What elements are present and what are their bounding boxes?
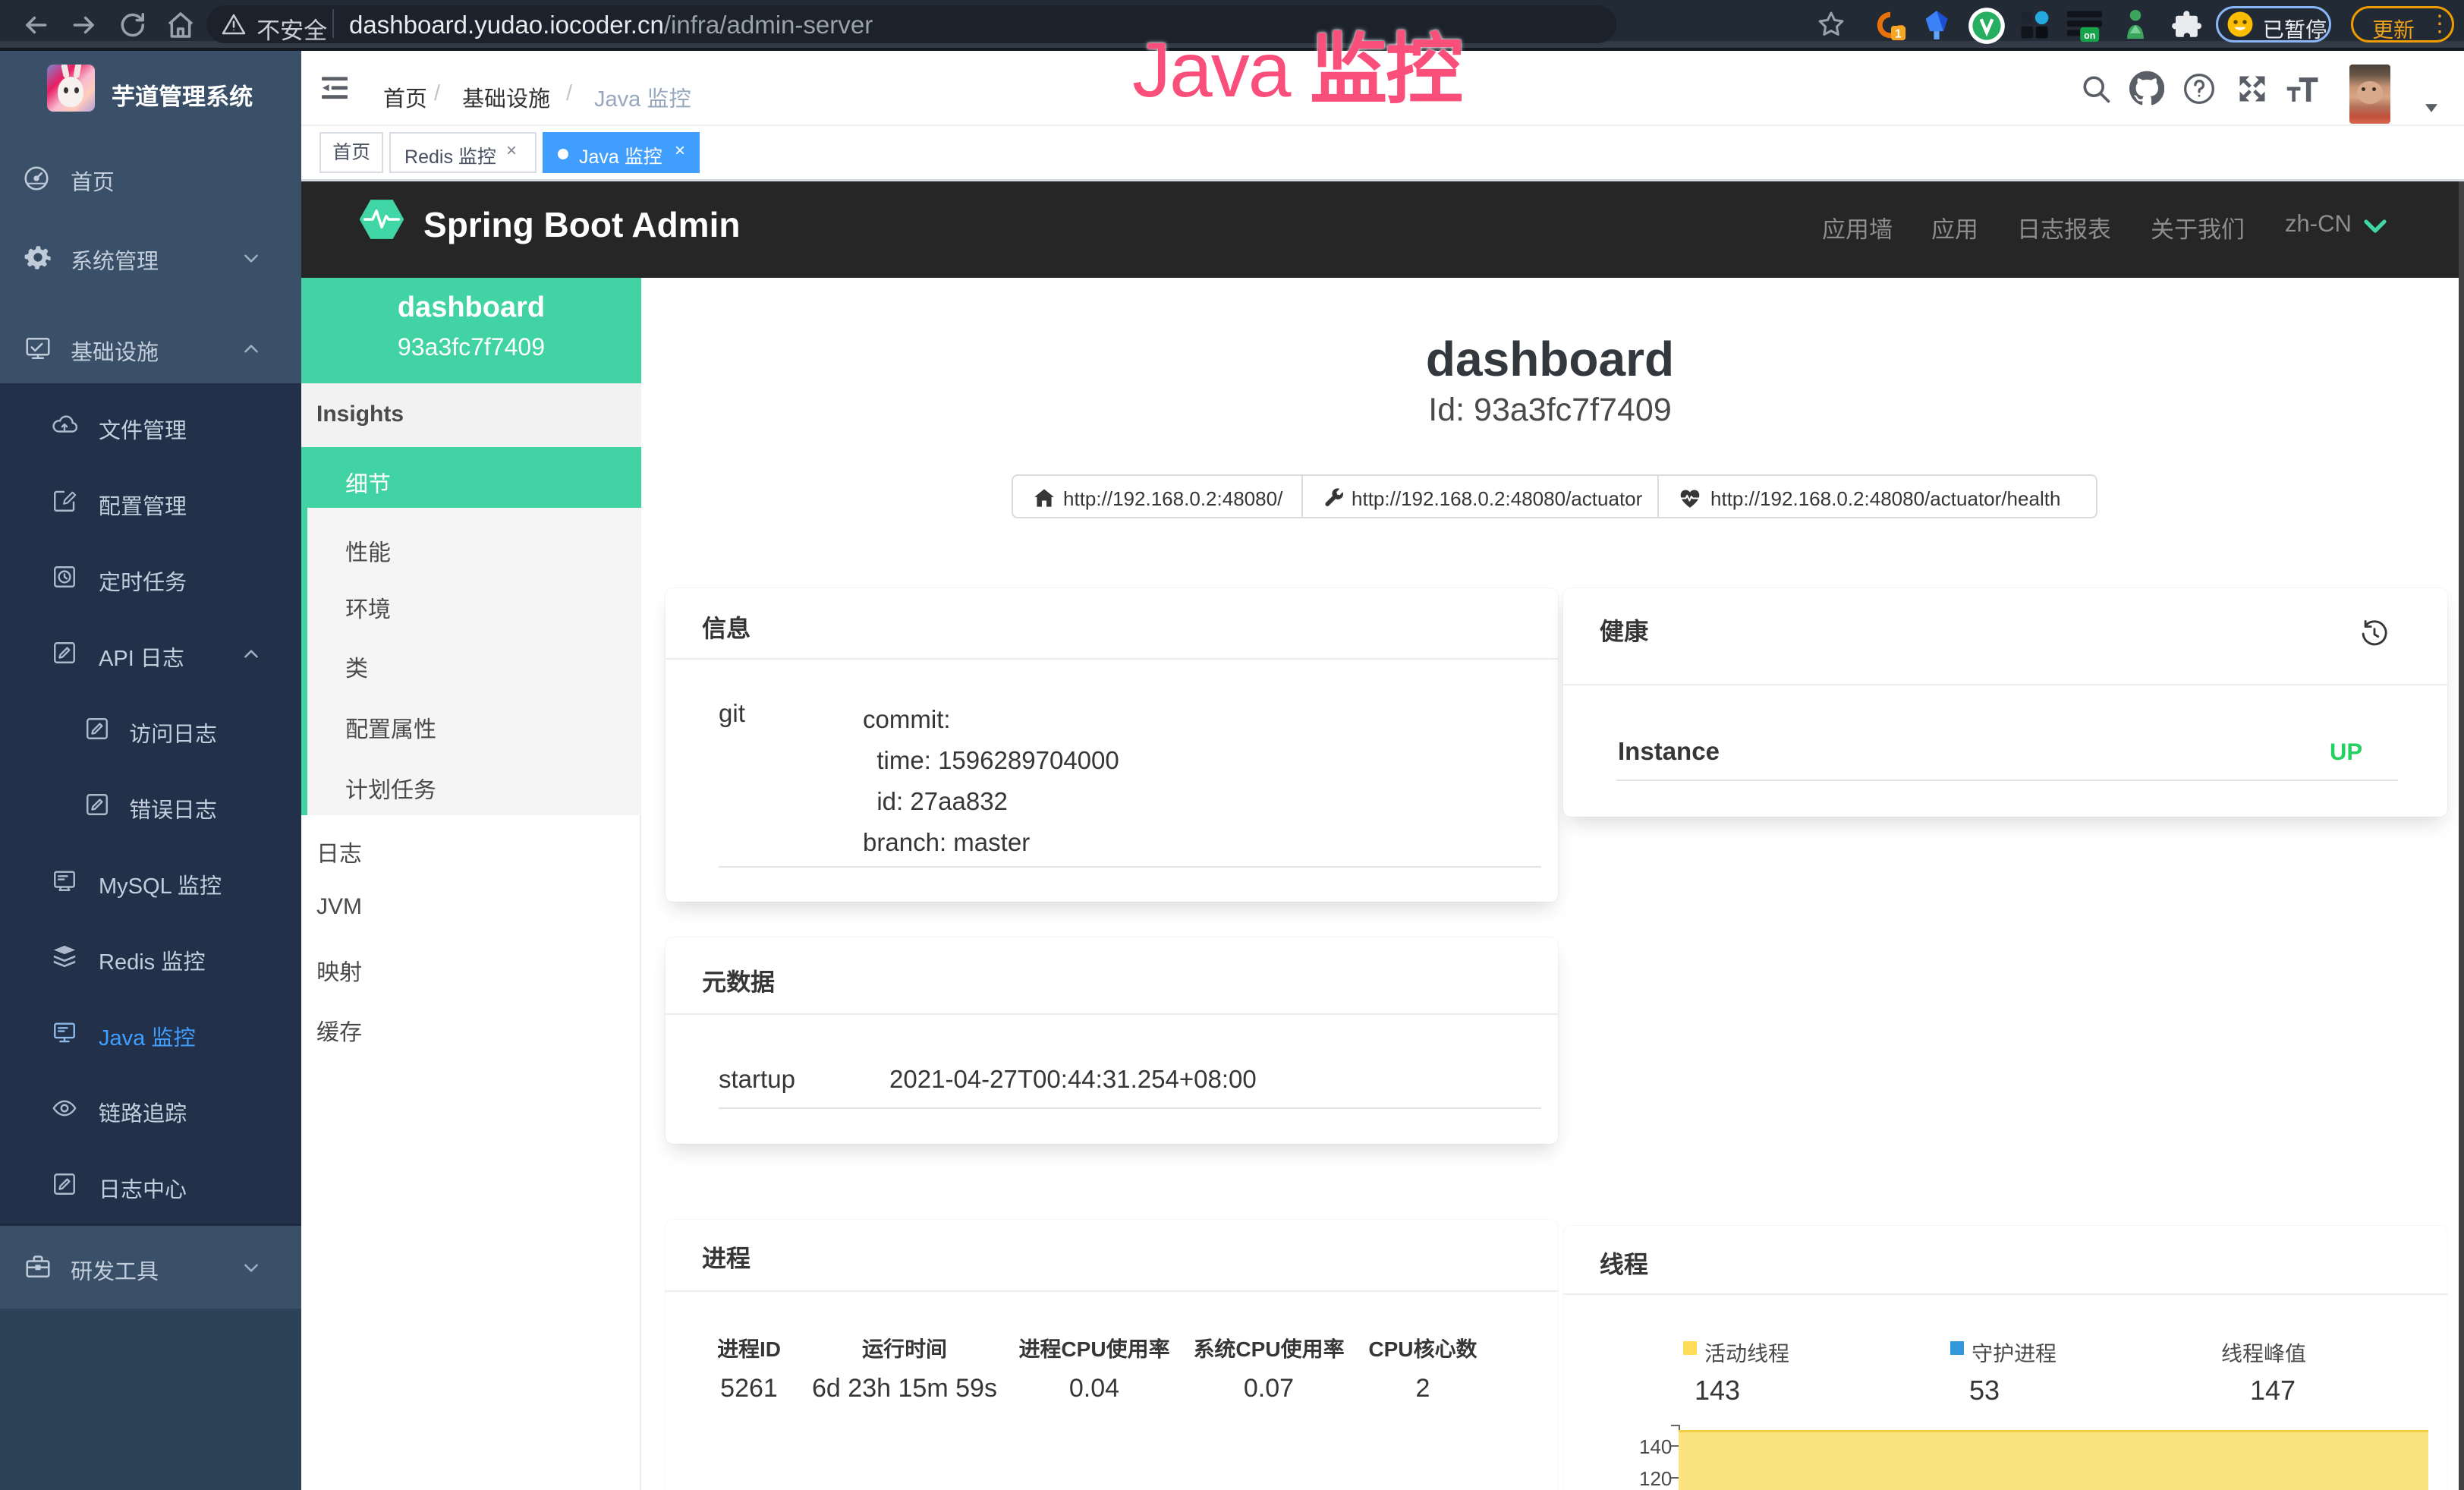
svg-text:on: on bbox=[2084, 30, 2095, 41]
svg-text:1: 1 bbox=[1895, 27, 1902, 40]
